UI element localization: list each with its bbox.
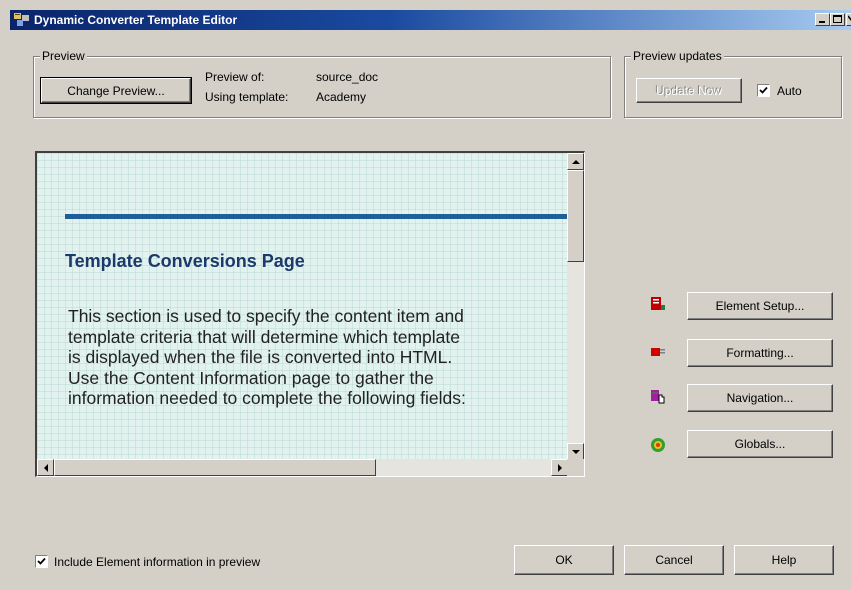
element-setup-button[interactable]: Element Setup... <box>687 292 833 320</box>
title-bar[interactable]: Dynamic Converter Template Editor <box>10 10 851 30</box>
scroll-up-button[interactable] <box>567 153 584 170</box>
vertical-scrollbar[interactable] <box>567 153 584 460</box>
scroll-right-button[interactable] <box>551 459 568 476</box>
navigation-button[interactable]: Navigation... <box>687 384 833 412</box>
preview-pane[interactable]: Template Conversions Page This section i… <box>35 151 585 477</box>
help-label: Help <box>771 553 797 567</box>
horizontal-scrollbar[interactable] <box>37 459 568 476</box>
auto-label: Auto <box>777 84 802 98</box>
maximize-icon <box>833 15 842 23</box>
globals-label: Globals... <box>734 437 786 451</box>
cancel-button[interactable]: Cancel <box>624 545 724 575</box>
preview-body: This section is used to specify the cont… <box>68 306 578 409</box>
preview-body-line: is displayed when the file is converted … <box>68 347 453 367</box>
scroll-down-button[interactable] <box>567 443 584 460</box>
formatting-button[interactable]: Formatting... <box>687 339 833 367</box>
globals-icon <box>651 438 665 452</box>
arrow-down-icon <box>572 450 580 454</box>
globals-button[interactable]: Globals... <box>687 430 833 458</box>
close-button[interactable] <box>846 13 851 26</box>
preview-of-label: Preview of: <box>205 70 265 84</box>
checkmark-icon <box>759 86 768 94</box>
arrow-up-icon <box>572 160 580 164</box>
element-setup-label: Element Setup... <box>715 299 805 313</box>
scroll-left-button[interactable] <box>37 459 54 476</box>
auto-checkbox[interactable] <box>757 84 770 97</box>
cancel-label: Cancel <box>655 553 693 567</box>
minimize-button[interactable] <box>815 13 830 26</box>
formatting-label: Formatting... <box>726 346 794 360</box>
navigation-icon <box>651 390 665 404</box>
update-now-button[interactable]: Update Now <box>636 78 742 103</box>
app-icon <box>14 13 29 26</box>
arrow-left-icon <box>44 464 48 472</box>
preview-updates-legend: Preview updates <box>631 49 724 63</box>
preview-body-line: template criteria that will determine wh… <box>68 326 460 347</box>
element-setup-icon <box>651 297 665 310</box>
preview-body-line: This section is used to specify the cont… <box>68 306 464 326</box>
navigation-label: Navigation... <box>726 391 794 405</box>
ok-button[interactable]: OK <box>514 545 614 575</box>
include-element-checkbox[interactable] <box>35 555 48 568</box>
change-preview-label: Change Preview... <box>67 83 165 98</box>
preview-group-legend: Preview <box>40 49 87 63</box>
horizontal-scroll-thumb[interactable] <box>54 459 376 476</box>
help-button[interactable]: Help <box>734 545 834 575</box>
change-preview-button[interactable]: Change Preview... <box>40 77 192 104</box>
minimize-icon <box>819 21 825 23</box>
template-editor-window: Dynamic Converter Template Editor Previe… <box>0 0 851 590</box>
arrow-right-icon <box>558 464 562 472</box>
window-title: Dynamic Converter Template Editor <box>34 13 238 27</box>
preview-heading: Template Conversions Page <box>65 251 305 271</box>
update-now-label: Update Now <box>655 83 723 98</box>
preview-of-value: source_doc <box>316 70 379 84</box>
include-element-label: Include Element information in preview <box>54 555 261 569</box>
scroll-corner <box>567 459 584 476</box>
preview-body-line: information needed to complete the follo… <box>68 388 466 408</box>
checkmark-icon <box>37 557 46 565</box>
preview-rule <box>65 214 584 219</box>
using-template-label: Using template: <box>205 90 289 104</box>
maximize-button[interactable] <box>830 13 845 26</box>
formatting-icon <box>651 348 665 356</box>
vertical-scroll-thumb[interactable] <box>567 170 584 262</box>
preview-body-line: Use the Content Information page to gath… <box>68 367 434 388</box>
using-template-value: Academy <box>316 90 367 104</box>
ok-label: OK <box>555 553 573 567</box>
